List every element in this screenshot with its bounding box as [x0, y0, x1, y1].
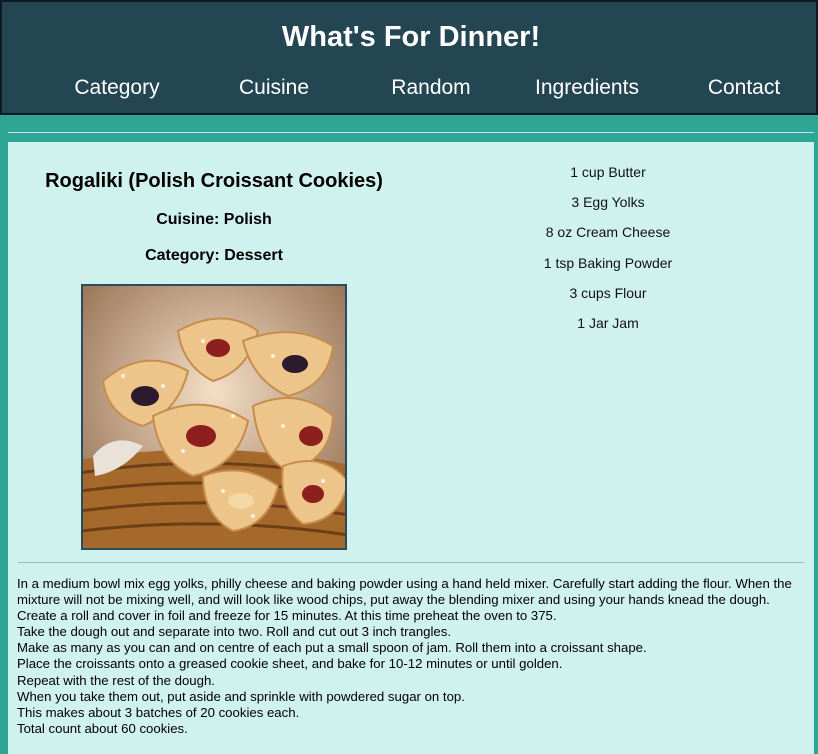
recipe-title: Rogaliki (Polish Croissant Cookies)	[45, 170, 383, 192]
section-divider	[18, 562, 804, 563]
nav-ingredients[interactable]: Ingredients	[509, 76, 665, 100]
instruction-step: Take the dough out and separate into two…	[17, 624, 452, 640]
recipe-cuisine: Cuisine: Polish	[156, 211, 272, 228]
cookie-photo-icon	[83, 286, 345, 548]
nav-category[interactable]: Category	[39, 76, 195, 100]
instruction-step: Place the croissants onto a greased cook…	[17, 656, 563, 672]
ingredient-item: 3 cups Flour	[569, 284, 647, 301]
ingredient-item: 8 oz Cream Cheese	[545, 224, 671, 241]
instruction-step: Make as many as you can and on centre of…	[17, 640, 647, 656]
site-header: What's For Dinner! Category Cuisine Rand…	[0, 0, 818, 115]
instructions: In a medium bowl mix egg yolks, philly c…	[17, 576, 807, 737]
ingredient-item: 1 Jar Jam	[577, 314, 639, 331]
nav-contact[interactable]: Contact	[666, 76, 818, 100]
recipe-card: Rogaliki (Polish Croissant Cookies) Cuis…	[8, 142, 814, 754]
nav-cuisine[interactable]: Cuisine	[196, 76, 352, 100]
ingredient-item: 3 Egg Yolks	[571, 194, 645, 211]
instruction-step: Repeat with the rest of the dough.	[17, 672, 215, 688]
instruction-step: In a medium bowl mix egg yolks, philly c…	[17, 576, 792, 608]
recipe-photo	[81, 284, 347, 550]
instruction-step: Create a roll and cover in foil and free…	[17, 608, 557, 624]
top-divider	[8, 132, 814, 133]
nav-random[interactable]: Random	[353, 76, 509, 100]
recipe-category: Category: Dessert	[145, 247, 283, 264]
ingredient-list: 1 cup Butter 3 Egg Yolks 8 oz Cream Chee…	[478, 164, 738, 345]
ingredient-item: 1 tsp Baking Powder	[543, 254, 673, 271]
site-title: What's For Dinner!	[281, 21, 541, 53]
instruction-step: This makes about 3 batches of 20 cookies…	[17, 704, 300, 720]
instruction-step: When you take them out, put aside and sp…	[17, 688, 465, 704]
ingredient-item: 1 cup Butter	[570, 164, 646, 180]
instruction-step: Total count about 60 cookies.	[17, 720, 188, 736]
